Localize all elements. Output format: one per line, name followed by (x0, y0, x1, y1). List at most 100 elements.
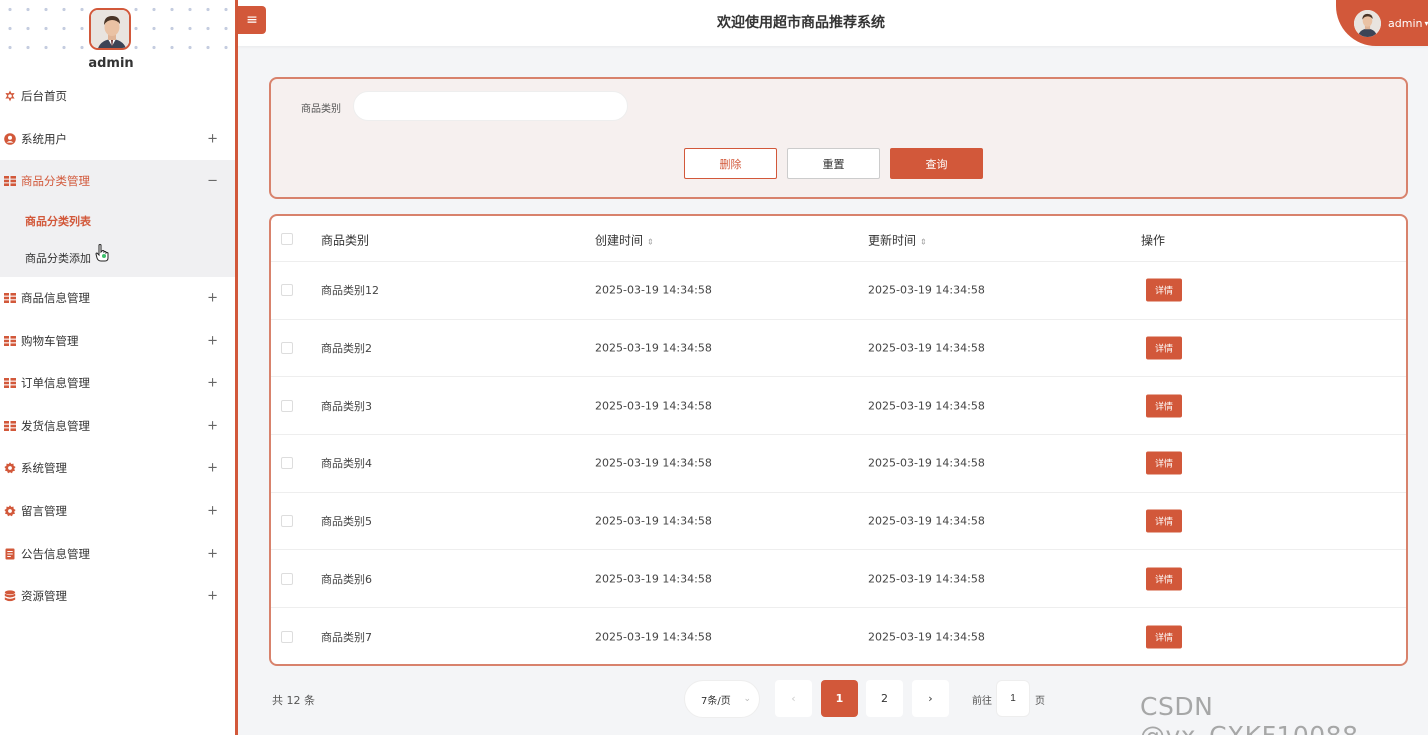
column-header-updated-label: 更新时间 (868, 233, 917, 248)
top-header: ≡ 欢迎使用超市商品推荐系统 admin ▾ (238, 0, 1428, 46)
sidebar-item[interactable]: 购物车管理 + (0, 319, 235, 362)
row-checkbox[interactable] (281, 399, 293, 412)
detail-button[interactable]: 详情 (1146, 278, 1182, 302)
table-row[interactable]: 商品类别7 2025-03-19 14:34:58 2025-03-19 14:34… (271, 608, 1406, 664)
row-checkbox[interactable] (281, 515, 293, 528)
table-header: 商品类别 创建时间 ⇕ 更新时间 ⇕ 操作 (271, 216, 1406, 262)
user-avatar (1354, 9, 1381, 37)
cell-created: 2025-03-19 14:34:58 (595, 630, 712, 644)
category-search-input[interactable] (353, 91, 628, 121)
detail-button[interactable]: 详情 (1146, 567, 1182, 591)
cell-created: 2025-03-19 14:34:58 (595, 572, 712, 586)
sidebar-subitem[interactable]: 商品分类添加 (0, 240, 235, 277)
expand-icon[interactable]: + (207, 291, 218, 306)
home-icon (4, 90, 16, 102)
expand-icon[interactable]: + (207, 376, 218, 391)
column-header-updated[interactable]: 更新时间 ⇕ (868, 232, 927, 249)
row-checkbox[interactable] (281, 284, 293, 297)
expand-icon[interactable]: + (207, 131, 218, 146)
row-checkbox[interactable] (281, 457, 293, 470)
cell-created: 2025-03-19 14:34:58 (595, 456, 712, 470)
sidebar-menu: 后台首页 系统用户 + 商品分类管理 − 商品分类列表 商品分类添加 商品信息管理 + 购物车管理… (0, 75, 235, 618)
page-button-1[interactable]: 1 (821, 680, 858, 717)
table-row[interactable]: 商品类别4 2025-03-19 14:34:58 2025-03-19 14:34… (271, 435, 1406, 493)
table-row[interactable]: 商品类别12 2025-03-19 14:34:58 2025-03-19 14:3… (271, 262, 1406, 320)
sidebar-item[interactable]: 商品信息管理 + (0, 277, 235, 320)
sidebar-item[interactable]: 资源管理 + (0, 575, 235, 618)
sidebar-item-label: 系统用户 (21, 131, 67, 146)
detail-button[interactable]: 详情 (1146, 625, 1182, 649)
table-row[interactable]: 商品类别3 2025-03-19 14:34:58 2025-03-19 14:34… (271, 377, 1406, 436)
gear-icon (4, 505, 16, 517)
sidebar-item[interactable]: 系统管理 + (0, 447, 235, 490)
detail-button[interactable]: 详情 (1146, 394, 1182, 418)
next-page-button[interactable]: › (912, 680, 949, 717)
document-icon (4, 548, 16, 560)
expand-icon[interactable]: + (207, 418, 218, 433)
expand-icon[interactable]: + (207, 333, 218, 348)
grid-icon (4, 292, 16, 304)
cell-created: 2025-03-19 14:34:58 (595, 283, 712, 297)
page-button-2[interactable]: 2 (866, 680, 903, 717)
goto-suffix: 页 (1035, 696, 1045, 707)
collapse-icon[interactable]: − (207, 174, 218, 189)
expand-icon[interactable]: + (207, 461, 218, 476)
sidebar-profile: admin (0, 0, 238, 78)
avatar[interactable] (89, 8, 131, 50)
chevron-down-icon: ⌄ (743, 694, 751, 704)
row-checkbox[interactable] (281, 572, 293, 585)
cell-category: 商品类别12 (321, 284, 379, 298)
total-count: 共 12 条 (272, 694, 315, 707)
column-header-created-label: 创建时间 (595, 233, 644, 248)
column-header-created[interactable]: 创建时间 ⇕ (595, 232, 654, 249)
sidebar-subitem[interactable]: 商品分类列表 (0, 203, 235, 240)
sidebar-item-label: 商品信息管理 (21, 291, 90, 306)
row-checkbox[interactable] (281, 342, 293, 355)
sidebar-item-label: 商品分类管理 (21, 174, 90, 189)
cell-created: 2025-03-19 14:34:58 (595, 341, 712, 355)
sidebar-item[interactable]: 后台首页 (0, 75, 235, 118)
search-panel: 商品类别 删除 重置 查询 (269, 77, 1408, 199)
grid-icon (4, 175, 16, 187)
data-table: 商品类别 创建时间 ⇕ 更新时间 ⇕ 操作 商品类别12 2025-03-19 14:… (269, 214, 1408, 666)
cell-category: 商品类别4 (321, 457, 372, 471)
table-row[interactable]: 商品类别5 2025-03-19 14:34:58 2025-03-19 14:34… (271, 493, 1406, 551)
cell-category: 商品类别2 (321, 342, 372, 356)
user-menu[interactable]: admin ▾ (1336, 0, 1428, 46)
expand-icon[interactable]: + (207, 546, 218, 561)
row-checkbox[interactable] (281, 630, 293, 643)
sort-icon[interactable]: ⇕ (647, 238, 654, 247)
expand-icon[interactable]: + (207, 589, 218, 604)
sidebar-item[interactable]: 系统用户 + (0, 118, 235, 161)
sidebar-item[interactable]: 发货信息管理 + (0, 405, 235, 448)
sort-icon[interactable]: ⇕ (920, 238, 927, 247)
cell-created: 2025-03-19 14:34:58 (595, 514, 712, 528)
page-size-select[interactable]: 7条/页 ⌄ (684, 680, 760, 718)
detail-button[interactable]: 详情 (1146, 451, 1182, 475)
sidebar-item[interactable]: 商品分类管理 − (0, 160, 235, 203)
expand-icon[interactable]: + (207, 504, 218, 519)
delete-button[interactable]: 删除 (684, 148, 777, 179)
table-row[interactable]: 商品类别2 2025-03-19 14:34:58 2025-03-19 14:34… (271, 320, 1406, 378)
cell-updated: 2025-03-19 14:34:58 (868, 514, 985, 528)
goto-page-input[interactable] (996, 680, 1030, 717)
sidebar-item-label: 购物车管理 (21, 333, 79, 348)
page-title: 欢迎使用超市商品推荐系统 (717, 15, 885, 31)
grid-icon (4, 377, 16, 389)
sidebar-item-label: 公告信息管理 (21, 546, 90, 561)
cell-category: 商品类别7 (321, 630, 372, 644)
query-button[interactable]: 查询 (890, 148, 983, 179)
prev-page-button[interactable]: ‹ (775, 680, 812, 717)
header-username: admin (1388, 16, 1423, 30)
select-all-checkbox[interactable] (281, 232, 293, 245)
sidebar-item[interactable]: 留言管理 + (0, 490, 235, 533)
table-row[interactable]: 商品类别6 2025-03-19 14:34:58 2025-03-19 14:34… (271, 551, 1406, 609)
detail-button[interactable]: 详情 (1146, 509, 1182, 533)
grid-icon (4, 420, 16, 432)
cell-updated: 2025-03-19 14:34:58 (868, 456, 985, 470)
reset-button[interactable]: 重置 (787, 148, 880, 179)
sidebar-item[interactable]: 订单信息管理 + (0, 362, 235, 405)
detail-button[interactable]: 详情 (1146, 336, 1182, 360)
hand-cursor-icon (95, 244, 109, 266)
sidebar-item[interactable]: 公告信息管理 + (0, 532, 235, 575)
